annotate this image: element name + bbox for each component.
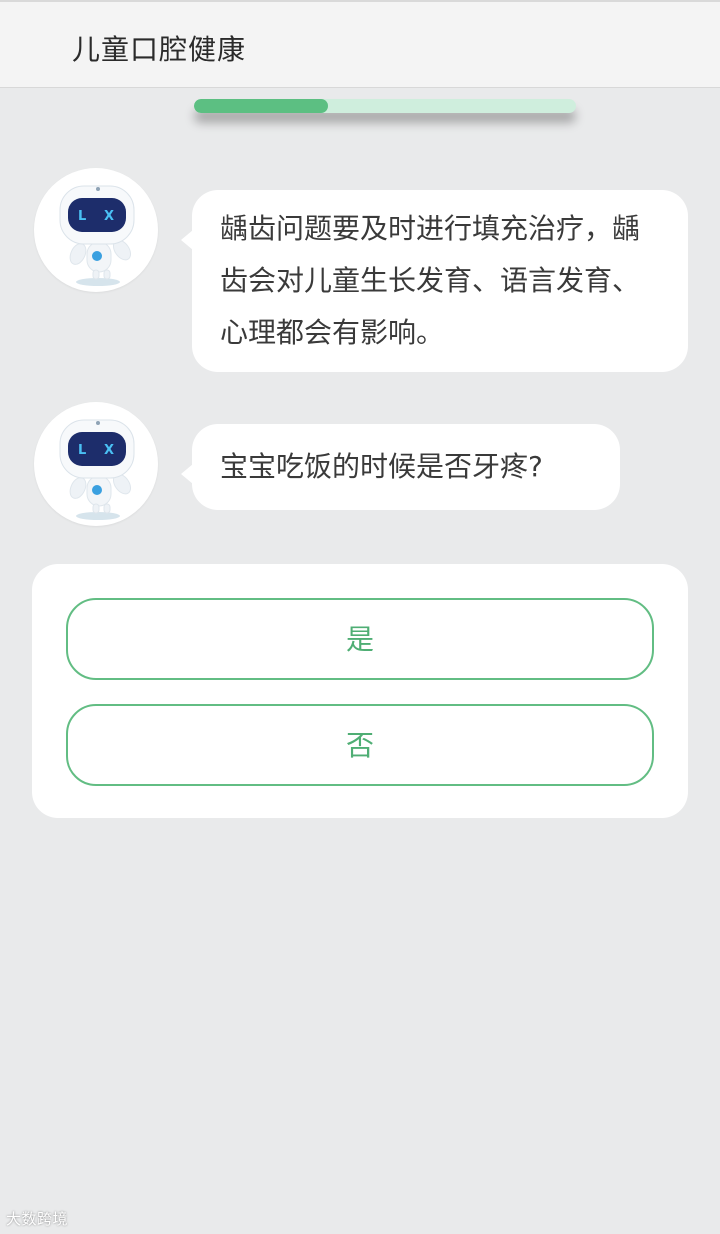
robot-avatar-icon: L X [59, 419, 135, 520]
progress-bar-fill [194, 99, 328, 113]
chat-bubble: 龋齿问题要及时进行填充治疗，龋齿会对儿童生长发育、语言发育、心理都会有影响。 [181, 190, 688, 372]
yes-button[interactable]: 是 [66, 598, 654, 680]
app-header: 儿童口腔健康 [0, 0, 720, 88]
svg-text:L: L [78, 443, 86, 458]
svg-text:X: X [104, 209, 114, 224]
page-title: 儿童口腔健康 [72, 33, 247, 66]
robot-avatar: L X [34, 402, 158, 526]
watermark: 大数跨境 [6, 1210, 69, 1228]
answer-options-card: 是 否 [32, 564, 688, 818]
svg-text:X: X [104, 443, 114, 458]
chat-bubble: 宝宝吃饭的时候是否牙疼? [181, 424, 620, 510]
svg-text:L: L [78, 209, 86, 224]
no-button[interactable]: 否 [66, 704, 654, 786]
progress-bar [194, 99, 576, 113]
robot-avatar: L X [34, 168, 158, 292]
robot-avatar-icon: L X [59, 185, 135, 286]
